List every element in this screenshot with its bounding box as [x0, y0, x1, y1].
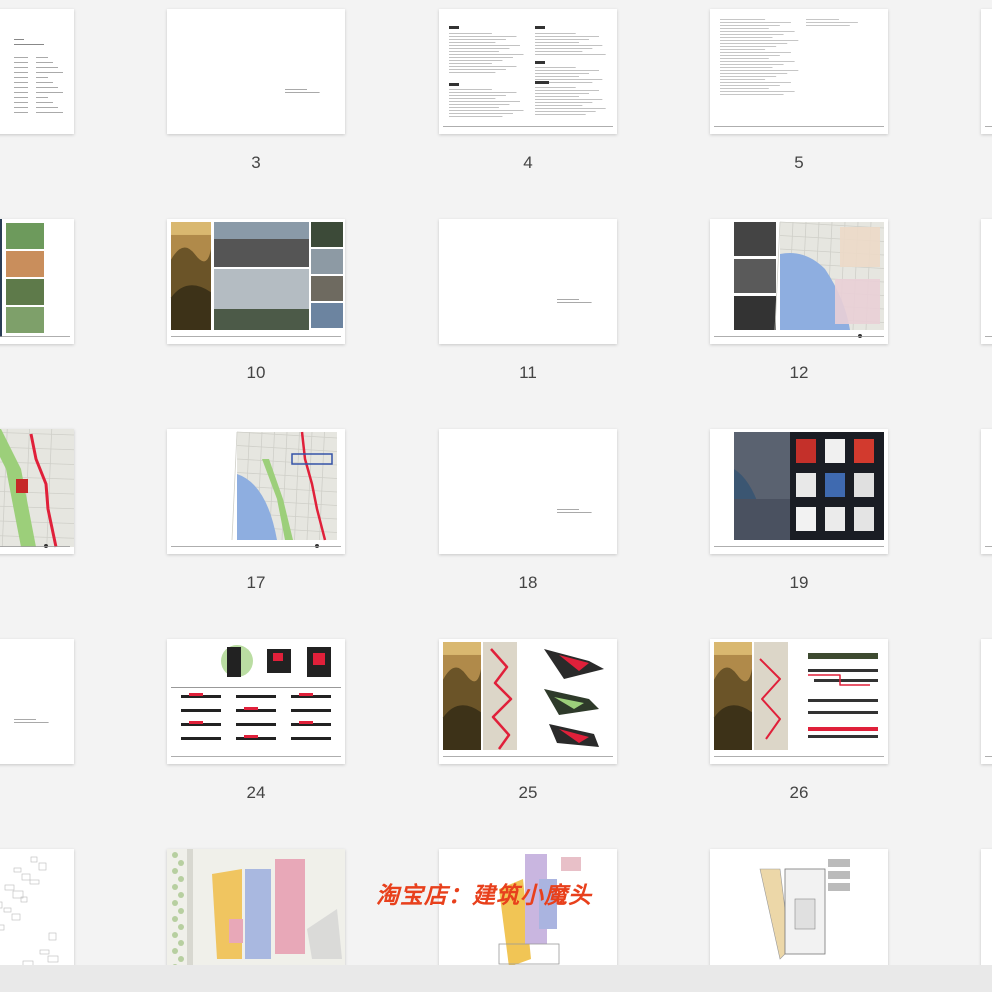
thumbnail-preview — [557, 509, 592, 513]
thumbnail-preview — [171, 222, 343, 337]
page-number-label: 26 — [789, 783, 809, 802]
thumbnail-preview — [985, 756, 992, 757]
thumbnail-preview — [714, 642, 884, 757]
page-thumbnail[interactable] — [981, 849, 992, 974]
thumbnail-preview — [167, 849, 345, 974]
thumbnail-preview — [171, 645, 341, 757]
shop-watermark: 淘宝店：建筑小魔头 — [376, 883, 592, 909]
page-thumbnail-grid: 3 4 5 10 11 12 17 18 19 24 25 26 — [0, 0, 992, 992]
page-thumbnail[interactable] — [167, 219, 345, 344]
page-thumbnail[interactable] — [167, 849, 345, 974]
thumbnail-preview — [0, 219, 70, 337]
page-number-label: 3 — [251, 153, 261, 172]
page-number-label: 4 — [523, 153, 533, 172]
thumbnail-preview — [14, 39, 63, 113]
page-thumbnail[interactable] — [439, 639, 617, 764]
thumbnail-preview — [985, 126, 992, 127]
thumbnail-preview — [443, 26, 613, 127]
thumbnail-preview — [557, 299, 592, 303]
page-number-label: 12 — [789, 363, 809, 382]
page-thumbnail[interactable] — [710, 849, 888, 974]
thumbnail-preview — [714, 221, 885, 338]
page-thumbnail[interactable] — [439, 849, 617, 974]
page-thumbnail[interactable] — [710, 9, 888, 134]
thumbnail-preview — [0, 429, 74, 548]
thumbnail-preview — [985, 546, 992, 547]
thumbnail-preview — [0, 856, 59, 969]
page-number-label: 18 — [518, 573, 538, 592]
page-thumbnail[interactable] — [0, 429, 74, 554]
page-thumbnail[interactable] — [710, 429, 888, 554]
page-thumbnail[interactable] — [981, 429, 992, 554]
thumbnail-preview — [714, 19, 884, 127]
page-thumbnail[interactable] — [0, 639, 74, 764]
page-thumbnail[interactable] — [167, 9, 345, 134]
thumbnail-preview — [171, 431, 341, 548]
thumbnail-preview — [498, 854, 581, 967]
page-number-label: 25 — [518, 783, 538, 802]
page-thumbnail[interactable] — [710, 219, 888, 344]
page-thumbnail[interactable] — [981, 9, 992, 134]
page-thumbnail[interactable] — [981, 639, 992, 764]
thumbnail-preview — [985, 336, 992, 337]
page-thumbnail[interactable] — [439, 9, 617, 134]
page-thumbnail[interactable] — [439, 429, 617, 554]
page-thumbnail[interactable] — [0, 849, 74, 974]
page-thumbnail[interactable] — [167, 429, 345, 554]
page-number-label: 5 — [794, 153, 804, 172]
page-thumbnail[interactable] — [981, 219, 992, 344]
page-number-label: 10 — [246, 363, 266, 382]
thumbnail-preview — [14, 719, 49, 723]
page-thumbnail[interactable] — [0, 219, 74, 344]
page-number-label: 17 — [246, 573, 266, 592]
thumbnail-preview — [285, 89, 320, 93]
page-thumbnail[interactable] — [0, 9, 74, 134]
page-number-label: 24 — [246, 783, 266, 802]
thumbnail-preview — [985, 966, 992, 967]
bottom-status-bar — [0, 965, 992, 992]
page-thumbnail[interactable] — [167, 639, 345, 764]
thumbnail-preview — [759, 859, 850, 960]
page-number-label: 19 — [789, 573, 809, 592]
page-thumbnail[interactable] — [439, 219, 617, 344]
page-thumbnail[interactable] — [710, 639, 888, 764]
thumbnail-preview — [714, 432, 884, 547]
thumbnail-preview — [443, 642, 613, 757]
page-number-label: 11 — [519, 363, 537, 382]
